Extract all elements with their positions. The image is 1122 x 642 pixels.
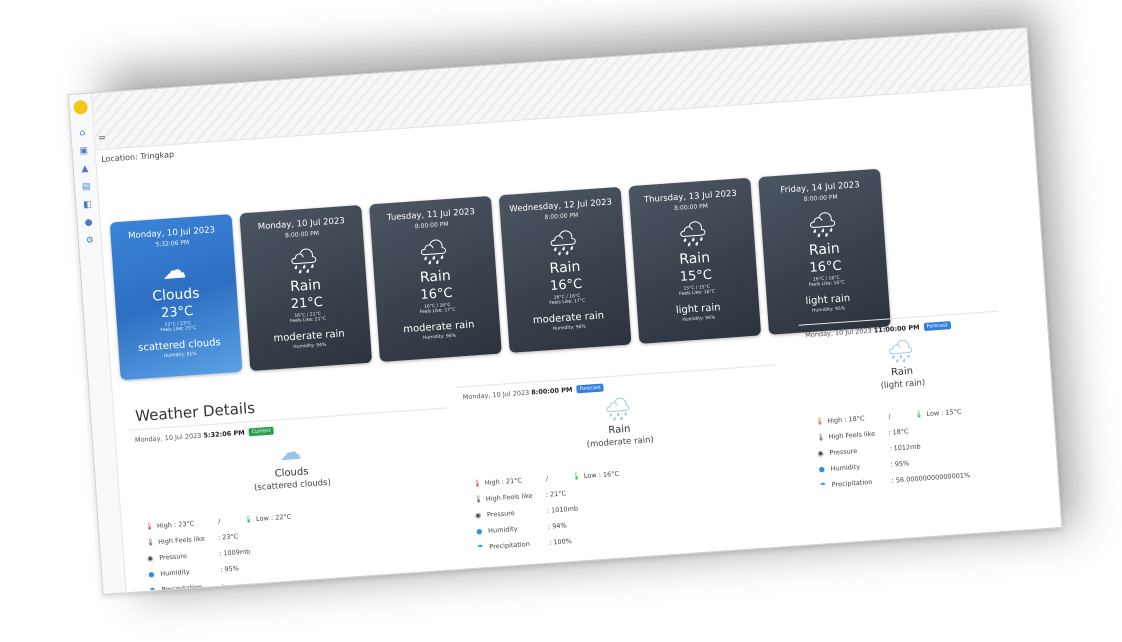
details-column-forecast-2: Monday, 10 Jul 2023 11:00:00 PM Forecast…	[798, 310, 1013, 526]
details-date: Monday, 10 Jul 2023	[805, 326, 872, 340]
menu-icon[interactable]: =	[97, 133, 106, 145]
stat-feels-value: : 18°C	[888, 427, 909, 437]
weather-card-forecast[interactable]: Monday, 10 Jul 2023 8:00:00 PM 🌧 Rain 21…	[239, 204, 373, 372]
thermometer-cold-icon: 🌡	[571, 472, 582, 481]
stat-low-value: : 15°C	[941, 407, 962, 417]
details-column-forecast: Monday, 10 Jul 2023 8:00:00 PM Forecast …	[456, 364, 790, 588]
stat-low-label: Low	[926, 409, 940, 419]
status-badge: Forecast	[923, 321, 951, 332]
tag-icon[interactable]: ◧	[76, 195, 99, 214]
stat-low-value: : 16°C	[598, 469, 620, 480]
pressure-icon: ◉	[146, 554, 154, 563]
weather-card-forecast[interactable]: Wednesday, 12 Jul 2023 8:00:00 PM 🌧 Rain…	[498, 186, 632, 353]
thermometer-icon: 🌡	[816, 433, 826, 442]
stat-high-label: High	[484, 477, 500, 488]
details-date: Monday, 10 Jul 2023	[462, 388, 530, 402]
water-drop-icon: ●	[148, 570, 155, 579]
settings-icon[interactable]: ⚙	[78, 231, 101, 250]
details-stats: 🌡 High : 21°C / 🌡 Low : 16°C 🌡 High Feels lik…	[472, 454, 787, 555]
stat-feels-value: : 21°C	[545, 489, 567, 499]
home-icon[interactable]: ⌂	[71, 123, 94, 142]
stat-precip-label: Precipitation	[831, 477, 873, 489]
weather-card-forecast[interactable]: Thursday, 13 Jul 2023 8:00:00 PM 🌧 Rain …	[628, 177, 762, 344]
thermometer-icon: 🌡	[145, 538, 156, 547]
app-window: = ⌂ ▣ ▲ ▤ ◧ ● ⚙ Location: Tringkap Monda…	[67, 27, 1063, 595]
stat-high-label: High	[156, 520, 173, 530]
bell-icon[interactable]: ●	[77, 213, 100, 232]
stat-feels-value: : 23°C	[217, 532, 239, 542]
thermometer-cold-icon: 🌡	[914, 410, 924, 419]
details-time: 8:00:00 PM	[530, 385, 573, 397]
app-logo	[73, 99, 89, 115]
stat-high-value: : 23°C	[173, 519, 195, 529]
chart-icon[interactable]: ▲	[73, 159, 96, 178]
water-drop-icon: ●	[818, 465, 826, 474]
stat-precip-value: : -	[221, 581, 229, 590]
weather-card-forecast[interactable]: Friday, 14 Jul 2023 8:00:00 PM 🌧 Rain 16…	[758, 168, 891, 335]
stat-pressure-value: : 1012mb	[889, 442, 921, 453]
details-column-current: Monday, 10 Jul 2023 5:32:06 PM Current ☁…	[128, 407, 462, 595]
stat-humidity-value: : 95%	[219, 564, 240, 574]
umbrella-icon: ☂	[819, 481, 827, 490]
stat-low-label: Low	[583, 471, 597, 481]
stat-pressure-value: : 1009mb	[218, 547, 251, 558]
thermometer-icon: 🌡	[473, 495, 484, 504]
stat-high-label: High	[827, 415, 843, 425]
details-stats: 🌡 High : 23°C / 🌡 Low : 22°C 🌡 High Feels lik…	[144, 497, 459, 595]
stat-low-value: : 22°C	[270, 512, 292, 523]
thermometer-hot-icon: 🌡	[472, 479, 482, 488]
water-drop-icon: ●	[475, 527, 483, 536]
box-icon[interactable]: ▣	[72, 141, 95, 160]
stat-pressure-value: : 1010mb	[546, 504, 579, 515]
weather-card-forecast[interactable]: Tuesday, 11 Jul 2023 8:00:00 PM 🌧 Rain 1…	[369, 195, 502, 363]
pressure-icon: ◉	[817, 449, 824, 458]
stat-high-value: : 21°C	[501, 476, 523, 486]
stat-precip-label: Precipitation	[488, 540, 531, 551]
details-stats: 🌡 High : 18°C / 🌡 Low : 15°C 🌡 High Feels lik…	[815, 401, 1010, 494]
stat-humidity-value: : 94%	[547, 521, 567, 531]
umbrella-icon: ☂	[477, 543, 484, 552]
status-badge: Current	[248, 426, 274, 437]
stat-precip-value: : 100%	[548, 537, 573, 547]
pressure-icon: ◉	[474, 511, 482, 520]
stat-precip-value: : 56.00000000000001%	[891, 471, 971, 485]
stat-precip-label: Precipitation	[161, 583, 203, 594]
thermometer-hot-icon: 🌡	[144, 522, 155, 531]
location-label: Location: Tringkap	[100, 149, 175, 164]
details-time: 11:00:00 PM	[873, 323, 920, 335]
weather-card-current[interactable]: Monday, 10 Jul 2023 5:32:06 PM ☁ Clouds …	[109, 214, 243, 381]
thermometer-hot-icon: 🌡	[815, 417, 825, 426]
status-badge: Forecast	[576, 383, 604, 394]
stat-low-label: Low	[255, 514, 270, 524]
details-date: Monday, 10 Jul 2023	[134, 431, 202, 445]
file-icon[interactable]: ▤	[75, 177, 98, 196]
stat-humidity-value: : 95%	[890, 459, 910, 469]
details-time: 5:32:06 PM	[203, 428, 245, 440]
stat-high-value: : 18°C	[844, 414, 865, 424]
thermometer-cold-icon: 🌡	[243, 515, 254, 524]
